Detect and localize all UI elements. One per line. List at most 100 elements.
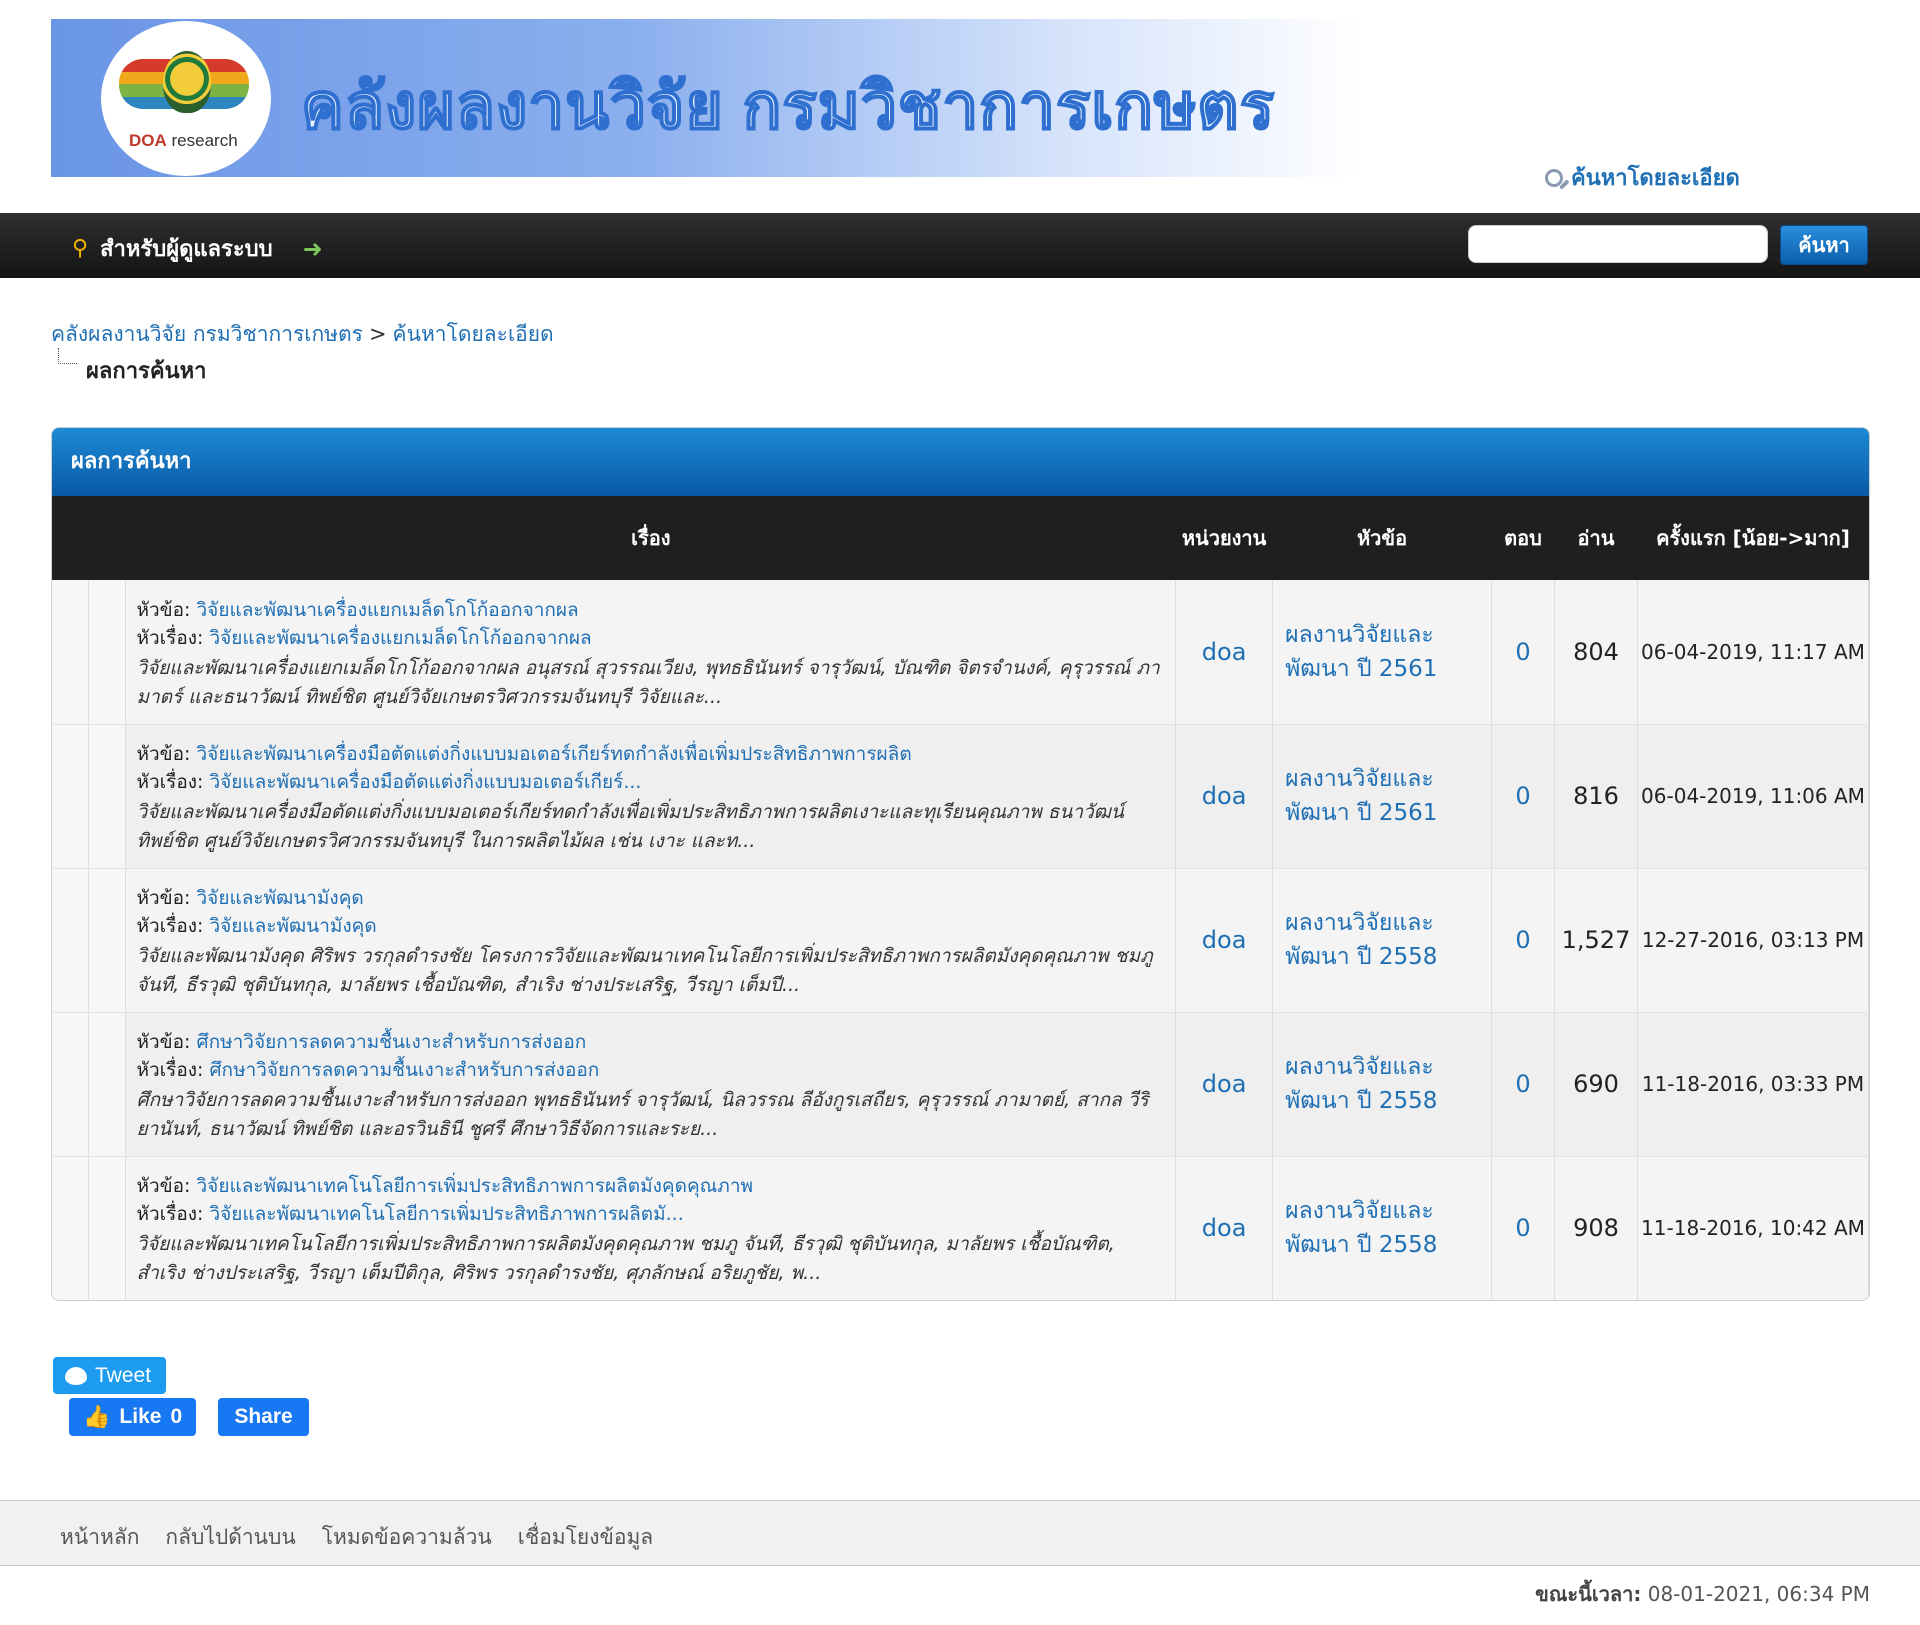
page-title: ผลการค้นหา [86, 359, 207, 384]
col-icon [88, 496, 126, 580]
col-replies[interactable]: ตอบ [1491, 496, 1555, 580]
table-row: หัวข้อ: วิจัยและพัฒนามังคุด หัวเรื่อง: วิ… [52, 868, 1869, 1013]
tweet-button[interactable]: Tweet [53, 1357, 166, 1394]
topic-label: หัวข้อ: [136, 598, 191, 621]
row-replies-cell: 0 [1491, 1156, 1556, 1300]
table-row: หัวข้อ: วิจัยและพัฒนาเครื่องแยกเมล็ดโกโก… [52, 580, 1869, 725]
topic-label: หัวข้อ: [136, 1175, 191, 1197]
footer-link-data-link[interactable]: เชื่อมโยงข้อมูล [518, 1521, 653, 1554]
key-icon: ⚲ [72, 236, 89, 261]
col-unit[interactable]: หน่วยงาน [1175, 496, 1273, 580]
facebook-share-button[interactable]: Share [218, 1398, 309, 1436]
row-topic: หัวข้อ: วิจัยและพัฒนาเทคโนโลยีการเพิ่มปร… [136, 1172, 1163, 1200]
quick-search-input[interactable] [1468, 225, 1768, 263]
row-topic: หัวข้อ: วิจัยและพัฒนาเครื่องแยกเมล็ดโกโก… [136, 596, 1163, 624]
forum-link[interactable]: ผลงานวิจัยและพัฒนา ปี 2558 [1285, 1198, 1437, 1258]
advanced-search-link[interactable]: ค้นหาโดยละเอียด [1545, 160, 1740, 195]
thread-label: หัวเรื่อง: [136, 1203, 204, 1225]
replies-link[interactable]: 0 [1515, 926, 1530, 954]
breadcrumb-home[interactable]: คลังผลงานวิจัย กรมวิชาการเกษตร [51, 322, 363, 346]
topic-link[interactable]: วิจัยและพัฒนาเทคโนโลยีการเพิ่มประสิทธิภา… [197, 1175, 754, 1197]
row-topic: หัวข้อ: วิจัยและพัฒนาเครื่องมือตัดแต่งกิ… [136, 740, 1163, 768]
thread-link[interactable]: วิจัยและพัฒนาเครื่องมือตัดแต่งกิ่งแบบมอเ… [210, 771, 642, 793]
breadcrumb-advanced-search[interactable]: ค้นหาโดยละเอียด [393, 322, 554, 346]
table-row: หัวข้อ: วิจัยและพัฒนาเครื่องมือตัดแต่งกิ… [52, 724, 1869, 869]
replies-link[interactable]: 0 [1515, 638, 1530, 666]
col-first-post[interactable]: ครั้งแรก [น้อย->มาก] [1637, 496, 1869, 580]
row-views: 816 [1554, 724, 1638, 869]
row-topic: หัวข้อ: วิจัยและพัฒนามังคุด [136, 884, 1163, 912]
forum-link[interactable]: ผลงานวิจัยและพัฒนา ปี 2561 [1285, 622, 1437, 682]
thread-link[interactable]: ศึกษาวิจัยการลดความชื้นเงาะสำหรับการส่งอ… [210, 1059, 600, 1081]
search-button[interactable]: ค้นหา [1780, 225, 1868, 265]
row-forum-cell: ผลงานวิจัยและพัฒนา ปี 2558 [1272, 868, 1493, 1013]
row-icon-cell [88, 1012, 127, 1157]
row-subject-cell: หัวข้อ: วิจัยและพัฒนาเทคโนโลยีการเพิ่มปร… [125, 1156, 1177, 1300]
topic-link[interactable]: วิจัยและพัฒนาเครื่องแยกเมล็ดโกโก้ออกจากผ… [197, 599, 579, 621]
footer: หน้าหลัก กลับไปด้านบน โหมดข้อความล้วน เช… [0, 1500, 1920, 1566]
forum-link[interactable]: ผลงานวิจัยและพัฒนา ปี 2558 [1285, 1054, 1437, 1114]
row-unit-cell: doa [1175, 868, 1274, 1013]
thread-label: หัวเรื่อง: [136, 1059, 204, 1081]
row-excerpt: วิจัยและพัฒนามังคุด ศิริพร วรกุลดำรงชัย … [136, 945, 1153, 996]
thread-link[interactable]: วิจัยและพัฒนาเทคโนโลยีการเพิ่มประสิทธิภา… [210, 1203, 684, 1225]
row-forum-cell: ผลงานวิจัยและพัฒนา ปี 2558 [1272, 1156, 1493, 1300]
thread-label: หัวเรื่อง: [136, 915, 204, 937]
thread-link[interactable]: วิจัยและพัฒนาเครื่องแยกเมล็ดโกโก้ออกจากผ… [210, 627, 592, 649]
unit-link[interactable]: doa [1202, 1070, 1247, 1098]
unit-link[interactable]: doa [1202, 638, 1247, 666]
table-header-row: เรื่อง หน่วยงาน หัวข้อ ตอบ อ่าน ครั้งแรก… [52, 496, 1869, 580]
row-date: 11-18-2016, 10:42 AM [1637, 1156, 1869, 1300]
replies-link[interactable]: 0 [1515, 782, 1530, 810]
navbar: ⚲ สำหรับผู้ดูแลระบบ ➜ ค้นหา [0, 213, 1920, 278]
unit-link[interactable]: doa [1202, 926, 1247, 954]
row-status-cell [52, 868, 90, 1013]
forum-link[interactable]: ผลงานวิจัยและพัฒนา ปี 2561 [1285, 766, 1437, 826]
breadcrumb: คลังผลงานวิจัย กรมวิชาการเกษตร > ค้นหาโดยล… [51, 318, 554, 351]
replies-link[interactable]: 0 [1515, 1214, 1530, 1242]
replies-link[interactable]: 0 [1515, 1070, 1530, 1098]
arrow-right-icon[interactable]: ➜ [303, 235, 323, 263]
row-date: 11-18-2016, 03:33 PM [1637, 1012, 1869, 1157]
col-forum[interactable]: หัวข้อ [1272, 496, 1492, 580]
row-thread: หัวเรื่อง: วิจัยและพัฒนาเครื่องมือตัดแต่… [136, 768, 1163, 796]
row-unit-cell: doa [1175, 1012, 1274, 1157]
topic-label: หัวข้อ: [136, 1031, 191, 1053]
row-forum-cell: ผลงานวิจัยและพัฒนา ปี 2561 [1272, 724, 1493, 869]
twitter-bird-icon [65, 1366, 87, 1385]
col-status [52, 496, 89, 580]
row-replies-cell: 0 [1491, 1012, 1556, 1157]
topic-link[interactable]: วิจัยและพัฒนามังคุด [197, 887, 364, 909]
magnifier-icon [1545, 168, 1563, 187]
results-heading: ผลการค้นหา [52, 428, 1869, 496]
footer-link-text-mode[interactable]: โหมดข้อความล้วน [322, 1521, 492, 1554]
row-replies-cell: 0 [1491, 580, 1556, 725]
thread-link[interactable]: วิจัยและพัฒนามังคุด [210, 915, 377, 937]
topic-label: หัวข้อ: [136, 887, 191, 909]
topic-link[interactable]: วิจัยและพัฒนาเครื่องมือตัดแต่งกิ่งแบบมอเ… [197, 743, 912, 765]
footer-link-top[interactable]: กลับไปด้านบน [165, 1521, 295, 1554]
topic-link[interactable]: ศึกษาวิจัยการลดความชื้นเงาะสำหรับการส่งอ… [197, 1031, 587, 1053]
breadcrumb-tree-line [58, 348, 77, 364]
unit-link[interactable]: doa [1202, 1214, 1247, 1242]
admin-label: สำหรับผู้ดูแลระบบ [100, 237, 273, 262]
banner-title: คลังผลงานวิจัย กรมวิชาการเกษตร [300, 69, 1276, 143]
forum-link[interactable]: ผลงานวิจัยและพัฒนา ปี 2558 [1285, 910, 1437, 970]
row-subject-cell: หัวข้อ: วิจัยและพัฒนาเครื่องมือตัดแต่งกิ… [125, 724, 1177, 869]
logo-emblem-icon [163, 51, 211, 113]
unit-link[interactable]: doa [1202, 782, 1247, 810]
row-views: 804 [1554, 580, 1638, 725]
row-date: 06-04-2019, 11:17 AM [1637, 580, 1869, 725]
facebook-like-button[interactable]: 👍 Like 0 [69, 1398, 196, 1436]
col-subject[interactable]: เรื่อง [125, 496, 1176, 580]
col-views[interactable]: อ่าน [1554, 496, 1638, 580]
row-topic: หัวข้อ: ศึกษาวิจัยการลดความชื้นเงาะสำหรั… [136, 1028, 1163, 1056]
row-thread: หัวเรื่อง: วิจัยและพัฒนาเครื่องแยกเมล็ดโ… [136, 624, 1163, 652]
row-status-cell [52, 724, 90, 869]
site-banner[interactable]: DOA research คลังผลงานวิจัย กรมวิชาการเก… [51, 19, 1361, 177]
row-replies-cell: 0 [1491, 724, 1556, 869]
footer-link-home[interactable]: หน้าหลัก [60, 1521, 139, 1554]
admin-login-link[interactable]: ⚲ สำหรับผู้ดูแลระบบ ➜ [72, 231, 323, 266]
row-icon-cell [88, 868, 127, 1013]
row-unit-cell: doa [1175, 1156, 1274, 1300]
